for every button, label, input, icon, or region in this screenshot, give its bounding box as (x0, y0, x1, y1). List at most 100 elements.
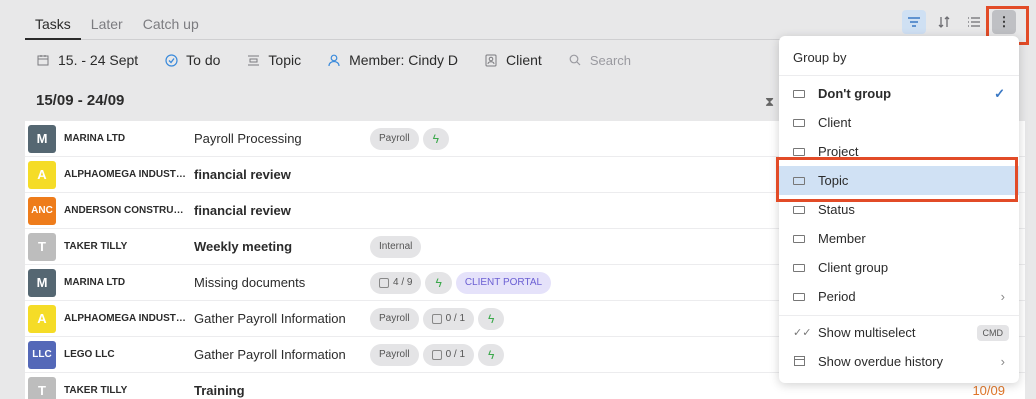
group-option-icon (793, 147, 805, 156)
client-name: TAKER TILLY (64, 241, 128, 252)
checkbox-icon (431, 349, 442, 360)
calendar-icon (793, 355, 805, 369)
tab-later[interactable]: Later (81, 12, 133, 40)
avatar: M (28, 124, 56, 153)
menu-item-label: Member (818, 231, 866, 246)
automation-bolt-icon: ϟ (425, 271, 452, 294)
menu-item-label: Client (818, 115, 852, 130)
client-name: TAKER TILLY (64, 385, 128, 396)
checkbox-icon (431, 313, 442, 324)
chevron-right-icon: › (1000, 354, 1005, 369)
tag-payroll: Payroll (370, 307, 419, 330)
task-title[interactable]: Training (194, 383, 245, 398)
menu-item-member[interactable]: Member (779, 224, 1019, 253)
tab-tasks[interactable]: Tasks (25, 12, 81, 40)
group-option-icon (793, 234, 805, 243)
sort-icon[interactable] (932, 10, 956, 34)
tag-client-portal: CLIENT PORTAL (455, 271, 552, 294)
checkbox-icon (379, 277, 389, 288)
status-filter[interactable]: To do (164, 52, 220, 68)
menu-item-show-overdue-history[interactable]: Show overdue history › (779, 347, 1019, 376)
search-icon (568, 53, 582, 67)
group-option-icon (793, 205, 805, 214)
avatar: T (28, 376, 56, 399)
task-title[interactable]: financial review (194, 203, 291, 218)
menu-item-dont-group[interactable]: Don't group ✓ (779, 79, 1019, 108)
client-name: MARINA LTD (64, 133, 126, 144)
avatar: ANC (28, 196, 56, 225)
checklist-progress: 0 / 1 (422, 343, 475, 366)
group-option-icon (793, 292, 805, 301)
date-filter-label: 15. - 24 Sept (58, 52, 139, 68)
topic-filter-label: Topic (268, 52, 302, 68)
task-title[interactable]: financial review (194, 167, 291, 182)
progress-label: 0 / 1 (445, 349, 466, 360)
task-tags: Payroll 0 / 1 ϟ (370, 307, 505, 330)
highlight-box-topic-option (776, 157, 1018, 202)
avatar: T (28, 232, 56, 261)
client-filter-label: Client (506, 52, 542, 68)
automation-bolt-icon: ϟ (422, 127, 449, 150)
menu-item-label: Period (818, 289, 856, 304)
avatar: A (28, 304, 56, 333)
list-view-icon[interactable] (962, 10, 986, 34)
checklist-progress: 0 / 1 (422, 307, 475, 330)
task-title[interactable]: Weekly meeting (194, 239, 292, 254)
member-filter[interactable]: Member: Cindy D (327, 52, 458, 68)
task-title[interactable]: Payroll Processing (194, 131, 302, 146)
search-input[interactable]: Search (568, 53, 631, 68)
date-filter[interactable]: 15. - 24 Sept (36, 52, 138, 68)
client-name: ALPHAOMEGA INDUST… (64, 313, 186, 324)
menu-item-label: Status (818, 202, 855, 217)
task-title[interactable]: Missing documents (194, 275, 305, 290)
search-placeholder: Search (589, 52, 632, 68)
menu-item-label: Don't group (818, 86, 892, 101)
group-option-icon (793, 118, 805, 127)
status-filter-label: To do (186, 52, 221, 68)
filter-icon[interactable] (902, 10, 926, 34)
avatar: LLC (28, 340, 56, 369)
client-badge-icon (484, 53, 498, 67)
check-circle-icon (164, 53, 178, 67)
client-name: ANDERSON CONSTRU… (64, 205, 184, 216)
checkmark-icon: ✓ (994, 85, 1005, 101)
automation-bolt-icon: ϟ (478, 307, 505, 330)
group-option-icon (793, 263, 805, 272)
client-name: LEGO LLC (64, 349, 115, 360)
progress-label: 4 / 9 (393, 277, 413, 288)
tab-catch-up[interactable]: Catch up (133, 12, 209, 40)
double-check-icon: ✓✓ (793, 327, 812, 339)
task-tags: Payroll 0 / 1 ϟ (370, 343, 505, 366)
menu-item-client-group[interactable]: Client group (779, 253, 1019, 282)
task-tags: 4 / 9 ϟ CLIENT PORTAL (370, 271, 552, 294)
menu-item-period[interactable]: Period › (779, 282, 1019, 311)
topic-filter[interactable]: Topic (246, 52, 301, 68)
date-range-heading: 15/09 - 24/09 (36, 92, 125, 109)
menu-item-label: Client group (818, 260, 889, 275)
menu-title: Group by (779, 36, 1019, 76)
progress-label: 0 / 1 (445, 313, 466, 324)
person-icon (327, 53, 341, 67)
task-tags: Internal (370, 235, 422, 258)
menu-item-show-multiselect[interactable]: ✓✓ Show multiselect CMD (779, 318, 1019, 347)
tag-internal: Internal (370, 235, 422, 258)
group-by-menu: Group by Don't group ✓ Client Project To… (779, 36, 1019, 383)
menu-item-client[interactable]: Client (779, 108, 1019, 137)
due-date: 10/09 (972, 383, 1005, 398)
task-tags: Payroll ϟ (370, 127, 449, 150)
menu-divider (779, 315, 1019, 316)
menu-item-label: Show multiselect (818, 325, 916, 340)
shortcut-badge: CMD (976, 324, 1009, 341)
client-filter[interactable]: Client (484, 52, 542, 68)
menu-item-label: Show overdue history (818, 354, 944, 369)
group-option-icon (793, 89, 805, 98)
client-name: MARINA LTD (64, 277, 126, 288)
calendar-icon (36, 53, 50, 67)
hourglass-icon: ⧗ (765, 94, 775, 109)
tag-payroll: Payroll (370, 127, 419, 150)
tag-payroll: Payroll (370, 343, 419, 366)
chevron-right-icon: › (1000, 289, 1005, 304)
avatar: M (28, 268, 56, 297)
task-title[interactable]: Gather Payroll Information (194, 311, 346, 326)
task-title[interactable]: Gather Payroll Information (194, 347, 346, 362)
